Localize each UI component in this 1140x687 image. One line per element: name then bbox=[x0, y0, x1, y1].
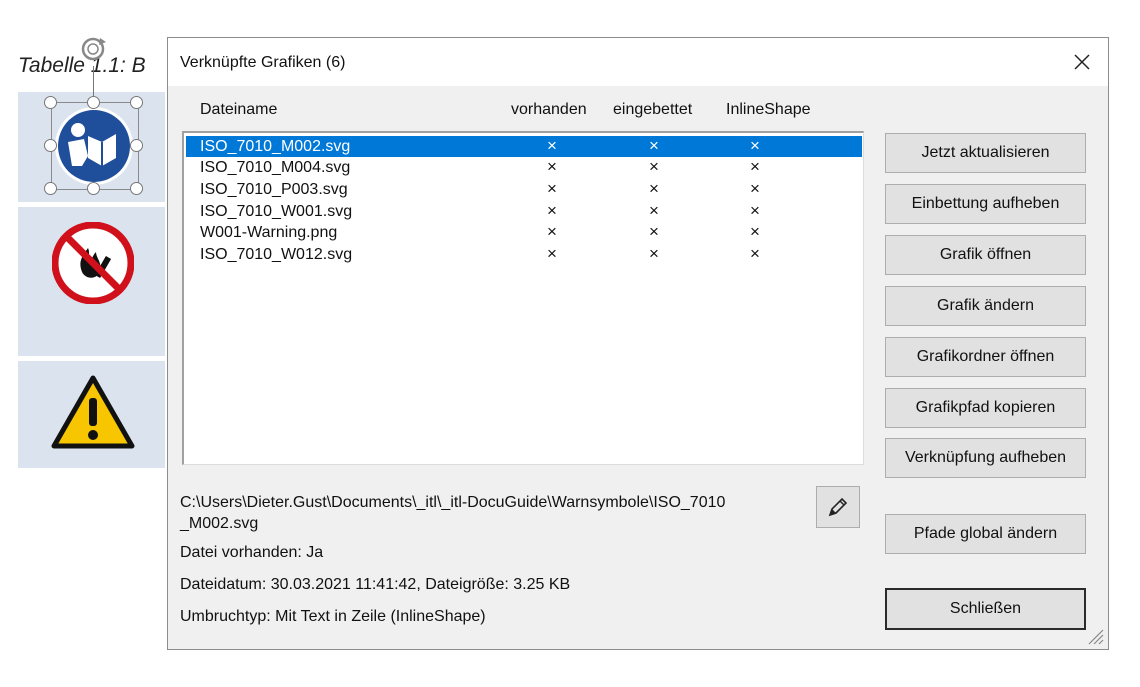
inline-mark: × bbox=[750, 201, 760, 220]
list-item[interactable]: ISO_7010_W012.svg × × × bbox=[186, 244, 862, 265]
resize-handle[interactable] bbox=[44, 96, 57, 109]
list-item[interactable]: ISO_7010_M004.svg × × × bbox=[186, 157, 862, 178]
exists-mark: × bbox=[547, 136, 557, 155]
file-date-size: Dateidatum: 30.03.2021 11:41:42, Dateigr… bbox=[180, 576, 571, 593]
column-header-filename: Dateiname bbox=[200, 101, 278, 118]
inline-mark: × bbox=[750, 222, 760, 241]
embedded-mark: × bbox=[649, 136, 659, 155]
embedded-mark: × bbox=[649, 222, 659, 241]
resize-handle[interactable] bbox=[130, 139, 143, 152]
resize-grip-icon[interactable] bbox=[1083, 624, 1105, 646]
resize-handle[interactable] bbox=[44, 182, 57, 195]
pencil-icon bbox=[828, 497, 848, 517]
file-name: ISO_7010_M004.svg bbox=[200, 159, 351, 176]
update-now-button[interactable]: Jetzt aktualisieren bbox=[885, 133, 1086, 173]
resize-handle[interactable] bbox=[130, 96, 143, 109]
inline-mark: × bbox=[750, 136, 760, 155]
no-open-flame-sign-icon bbox=[52, 222, 134, 304]
list-item[interactable]: ISO_7010_M002.svg × × × bbox=[186, 136, 862, 157]
list-item[interactable]: ISO_7010_P003.svg × × × bbox=[186, 179, 862, 200]
wrap-type: Umbruchtyp: Mit Text in Zeile (InlineSha… bbox=[180, 608, 486, 625]
file-name: W001-Warning.png bbox=[200, 224, 338, 241]
file-name: ISO_7010_W001.svg bbox=[200, 203, 353, 220]
exists-mark: × bbox=[547, 201, 557, 220]
close-icon[interactable] bbox=[1070, 50, 1094, 74]
file-path-line1: C:\Users\Dieter.Gust\Documents\_itl\_itl… bbox=[180, 494, 726, 511]
dialog-title: Verknüpfte Grafiken (6) bbox=[180, 54, 346, 71]
image-selection-frame bbox=[51, 102, 139, 190]
column-header-embedded: eingebettet bbox=[613, 101, 693, 118]
open-graphic-folder-button[interactable]: Grafikordner öffnen bbox=[885, 337, 1086, 377]
rotate-handle-stem bbox=[93, 66, 94, 96]
exists-mark: × bbox=[547, 157, 557, 176]
exists-mark: × bbox=[547, 244, 557, 263]
embedded-mark: × bbox=[649, 201, 659, 220]
embedded-mark: × bbox=[649, 157, 659, 176]
rotate-handle-icon[interactable] bbox=[80, 34, 110, 64]
column-header-exists: vorhanden bbox=[511, 101, 587, 118]
inline-mark: × bbox=[750, 244, 760, 263]
unlink-button[interactable]: Verknüpfung aufheben bbox=[885, 438, 1086, 478]
resize-handle[interactable] bbox=[87, 182, 100, 195]
embedded-mark: × bbox=[649, 244, 659, 263]
linked-graphics-dialog: Verknüpfte Grafiken (6) Dateiname vorhan… bbox=[167, 37, 1109, 650]
change-paths-global-button[interactable]: Pfade global ändern bbox=[885, 514, 1086, 554]
linked-files-list[interactable]: ISO_7010_M002.svg × × × ISO_7010_M004.sv… bbox=[182, 131, 864, 465]
resize-handle[interactable] bbox=[44, 139, 57, 152]
file-name: ISO_7010_P003.svg bbox=[200, 181, 348, 198]
open-graphic-button[interactable]: Grafik öffnen bbox=[885, 235, 1086, 275]
inline-mark: × bbox=[750, 157, 760, 176]
column-header-inlineshape: InlineShape bbox=[726, 101, 811, 118]
file-name: ISO_7010_W012.svg bbox=[200, 246, 353, 263]
change-graphic-button[interactable]: Grafik ändern bbox=[885, 286, 1086, 326]
dialog-titlebar[interactable]: Verknüpfte Grafiken (6) bbox=[168, 38, 1108, 86]
file-exists-status: Datei vorhanden: Ja bbox=[180, 544, 324, 561]
edit-path-button[interactable] bbox=[816, 486, 860, 528]
close-button[interactable]: Schließen bbox=[885, 588, 1086, 630]
file-path-line2: _M002.svg bbox=[180, 515, 259, 532]
list-item[interactable]: W001-Warning.png × × × bbox=[186, 222, 862, 243]
resize-handle[interactable] bbox=[130, 182, 143, 195]
resize-handle[interactable] bbox=[87, 96, 100, 109]
list-item[interactable]: ISO_7010_W001.svg × × × bbox=[186, 201, 862, 222]
inline-mark: × bbox=[750, 179, 760, 198]
exists-mark: × bbox=[547, 179, 557, 198]
remove-embedding-button[interactable]: Einbettung aufheben bbox=[885, 184, 1086, 224]
exists-mark: × bbox=[547, 222, 557, 241]
warning-sign-icon bbox=[51, 375, 135, 449]
embedded-mark: × bbox=[649, 179, 659, 198]
file-name: ISO_7010_M002.svg bbox=[200, 138, 351, 155]
copy-graphic-path-button[interactable]: Grafikpfad kopieren bbox=[885, 388, 1086, 428]
